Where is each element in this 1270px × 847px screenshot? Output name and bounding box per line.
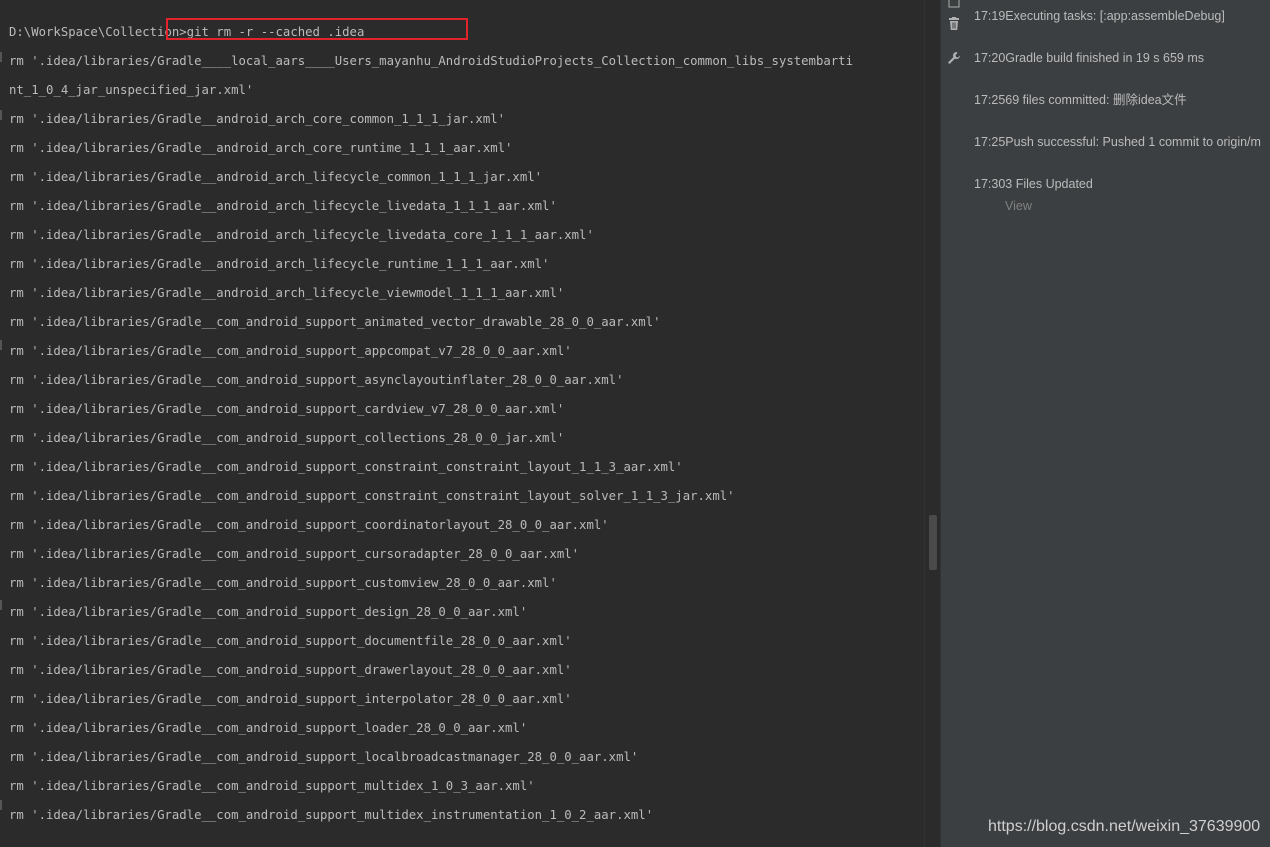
event-entry: 17:19Executing tasks: [:app:assembleDebu… [974,8,1225,24]
terminal-output-line: rm '.idea/libraries/Gradle__com_android_… [9,489,735,503]
terminal-output-line: rm '.idea/libraries/Gradle__com_android_… [9,576,557,590]
terminal-output-line: rm '.idea/libraries/Gradle__com_android_… [9,373,624,387]
terminal-output-line: rm '.idea/libraries/Gradle__com_android_… [9,750,639,764]
terminal-output-line: rm '.idea/libraries/Gradle__android_arch… [9,112,506,126]
terminal-panel[interactable]: D:\WorkSpace\Collection>git rm -r --cach… [0,0,924,847]
command-highlight-box [166,18,468,40]
event-time: 17:20 [974,51,1006,65]
terminal-output-line: rm '.idea/libraries/Gradle__com_android_… [9,779,535,793]
terminal-output-line: rm '.idea/libraries/Gradle__com_android_… [9,402,565,416]
terminal-output-line: rm '.idea/libraries/Gradle__com_android_… [9,547,580,561]
terminal-output-line: rm '.idea/libraries/Gradle____local_aars… [9,54,853,68]
terminal-output-line: rm '.idea/libraries/Gradle__com_android_… [9,721,528,735]
terminal-output-line: rm '.idea/libraries/Gradle__com_android_… [9,315,661,329]
event-time: 17:30 [974,177,1006,191]
event-time: 17:25 [974,135,1006,149]
scrollbar-thumb[interactable] [929,515,937,570]
event-entry: 17:20Gradle build finished in 19 s 659 m… [974,50,1204,66]
window-icon[interactable] [946,0,962,10]
trash-icon[interactable] [946,16,962,32]
event-text: 3 Files Updated [1005,177,1093,191]
watermark: https://blog.csdn.net/weixin_37639900 [988,818,1261,835]
terminal-output-line: rm '.idea/libraries/Gradle__com_android_… [9,634,572,648]
event-text: Gradle build finished in 19 s 659 ms [1005,51,1205,65]
terminal-output-line: rm '.idea/libraries/Gradle__com_android_… [9,460,683,474]
terminal-output-line: rm '.idea/libraries/Gradle__com_android_… [9,605,528,619]
terminal-output-line: rm '.idea/libraries/Gradle__android_arch… [9,228,594,242]
wrench-icon[interactable] [946,50,962,66]
gutter-marker [0,340,2,350]
event-entry: 17:2569 files committed: 删除idea文件 [974,92,1187,108]
event-entry: 17:303 Files Updated [974,176,1093,192]
event-text: 69 files committed: 删除idea文件 [1005,93,1187,107]
terminal-scrollbar[interactable] [924,0,941,847]
event-time: 17:25 [974,93,1006,107]
terminal-output-line: rm '.idea/libraries/Gradle__android_arch… [9,141,513,155]
terminal-output-line: rm '.idea/libraries/Gradle__android_arch… [9,257,550,271]
event-entry: 17:25Push successful: Pushed 1 commit to… [974,134,1261,150]
event-text: Push successful: Pushed 1 commit to orig… [1005,135,1261,149]
view-link[interactable]: View [1005,198,1032,214]
gutter-marker [0,52,2,62]
terminal-output-line: rm '.idea/libraries/Gradle__android_arch… [9,199,557,213]
gutter-marker [0,110,2,120]
terminal-output-line: rm '.idea/libraries/Gradle__android_arch… [9,286,565,300]
terminal-output-line: rm '.idea/libraries/Gradle__com_android_… [9,344,572,358]
terminal-output-line: rm '.idea/libraries/Gradle__android_arch… [9,170,543,184]
terminal-output-line: rm '.idea/libraries/Gradle__com_android_… [9,663,572,677]
terminal-output-line: nt_1_0_4_jar_unspecified_jar.xml' [9,83,254,97]
terminal-output-line: rm '.idea/libraries/Gradle__com_android_… [9,431,565,445]
gutter-marker [0,800,2,810]
event-text: Executing tasks: [:app:assembleDebug] [1005,9,1225,23]
terminal-output-line: rm '.idea/libraries/Gradle__com_android_… [9,692,572,706]
gutter-marker [0,600,2,610]
terminal-output-line: rm '.idea/libraries/Gradle__com_android_… [9,518,609,532]
terminal-output-line: rm '.idea/libraries/Gradle__com_android_… [9,808,654,822]
event-log-toolbar [940,0,969,847]
event-log-panel: 17:19Executing tasks: [:app:assembleDebu… [968,0,1270,847]
event-time: 17:19 [974,9,1006,23]
